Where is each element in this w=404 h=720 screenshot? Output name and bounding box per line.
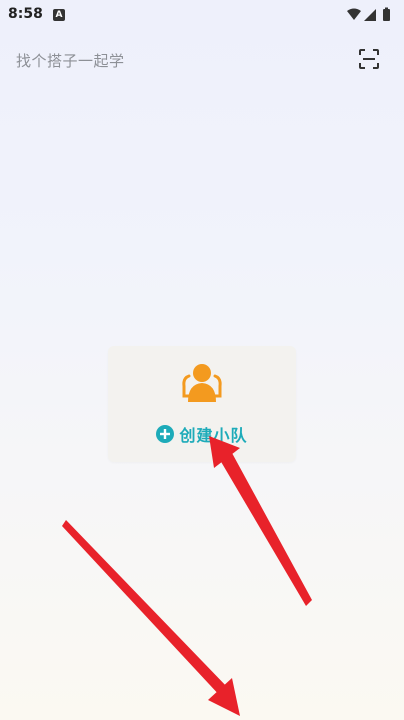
- create-team-button[interactable]: 创建小队: [108, 422, 296, 445]
- scan-icon: [359, 49, 379, 69]
- arrow-pointing-to-bottom: [62, 520, 240, 716]
- battery-icon: [383, 7, 390, 21]
- create-team-card[interactable]: 创建小队: [108, 346, 296, 462]
- status-icons: [346, 7, 394, 23]
- page-title: 找个搭子一起学: [16, 52, 125, 70]
- signal-icon: [364, 9, 376, 21]
- create-team-label: 创建小队: [179, 426, 248, 445]
- plus-circle-icon: [156, 425, 175, 443]
- status-bar: 8:58 A: [0, 0, 404, 32]
- wifi-icon: [347, 8, 361, 20]
- scan-button[interactable]: [358, 48, 380, 70]
- page-header: 找个搭子一起学: [0, 40, 404, 80]
- app-notification-icon: A: [53, 9, 65, 21]
- group-people-icon: [180, 362, 224, 404]
- status-time: 8:58: [8, 6, 43, 22]
